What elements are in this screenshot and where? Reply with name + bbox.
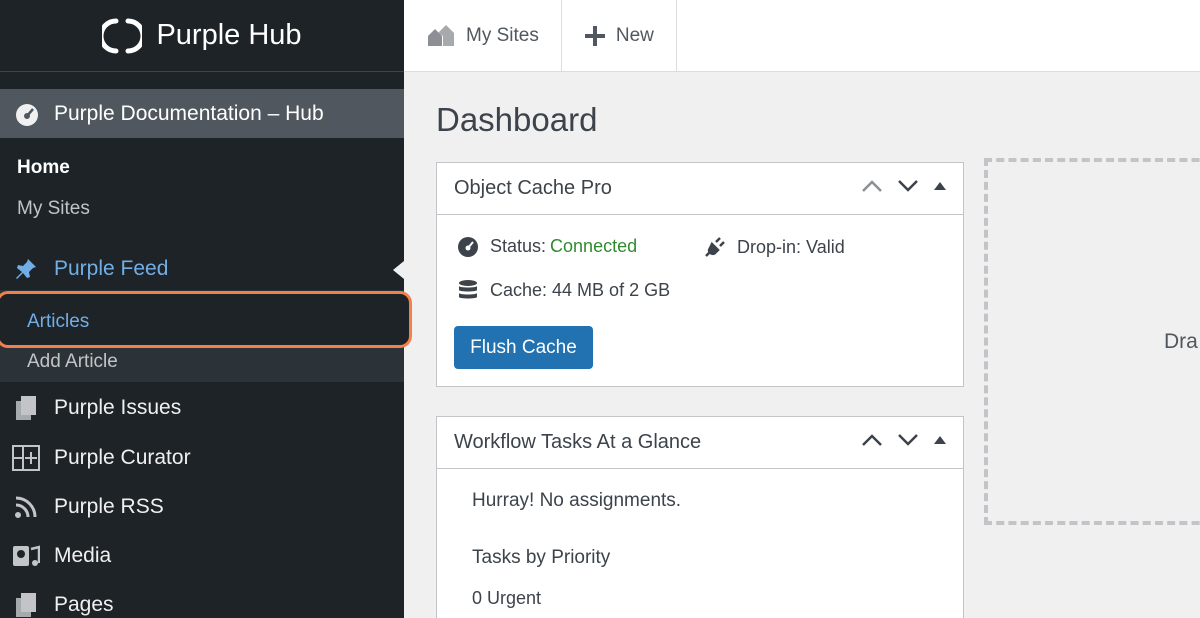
sidebar-item-purple-issues[interactable]: Purple Issues [0, 386, 404, 430]
cache-row: Cache: 44 MB of 2 GB [456, 278, 670, 302]
sidebar-item-home[interactable]: Home [17, 157, 70, 179]
topbar-new[interactable]: New [562, 0, 677, 72]
dashboard-gauge-icon [16, 103, 38, 126]
status-label: Status: [490, 235, 547, 256]
flush-cache-button[interactable]: Flush Cache [454, 326, 593, 369]
priority-heading: Tasks by Priority [472, 547, 611, 568]
chevron-up-icon[interactable] [861, 179, 883, 193]
brand-name: Purple Hub [156, 19, 302, 51]
widget-header: Object Cache Pro [437, 163, 963, 215]
brand-header[interactable]: Purple Hub [0, 0, 404, 72]
sidebar-item-media[interactable]: Media [0, 534, 404, 578]
admin-topbar: My Sites New [404, 0, 1200, 72]
widget-controls [861, 433, 947, 447]
rss-icon [12, 493, 40, 521]
chevron-down-icon[interactable] [897, 433, 919, 447]
status-row: Status: Connected [456, 235, 637, 257]
sidebar-item-purple-curator[interactable]: Purple Curator [0, 436, 404, 480]
sidebar-item-label: Purple Feed [54, 257, 169, 280]
topbar-new-label: New [615, 25, 654, 46]
site-switcher[interactable]: Purple Documentation – Hub [0, 89, 404, 138]
dropin-text: Drop-in: Valid [737, 236, 845, 257]
admin-sidebar: Purple Hub Purple Documentation – Hub Ho… [0, 0, 412, 618]
gauge-icon [458, 237, 478, 257]
purple-logo-icon [102, 18, 143, 53]
sidebar-item-label: Purple RSS [54, 495, 164, 518]
collapse-triangle-icon[interactable] [933, 434, 947, 446]
database-icon [459, 280, 477, 299]
sidebar-item-label: Pages [54, 593, 114, 616]
plug-icon [705, 237, 725, 257]
sidebar-item-label: Media [54, 544, 112, 567]
sidebar-item-purple-rss[interactable]: Purple RSS [0, 485, 404, 529]
topbar-my-sites-label: My Sites [466, 25, 539, 46]
current-menu-caret [393, 261, 404, 279]
houses-icon [428, 25, 454, 46]
pages-icon [12, 394, 40, 422]
media-icon [12, 542, 40, 570]
plus-icon [584, 26, 605, 46]
chevron-up-icon[interactable] [861, 433, 883, 447]
page-title: Dashboard [436, 101, 598, 138]
widget-title: Workflow Tasks At a Glance [454, 431, 702, 453]
widget-title: Object Cache Pro [454, 177, 612, 199]
pages-icon [12, 591, 40, 618]
submenu-item-add-article[interactable]: Add Article [27, 351, 118, 373]
urgent-count: 0 Urgent [472, 588, 542, 608]
topbar-my-sites[interactable]: My Sites [404, 0, 562, 72]
widget-header: Workflow Tasks At a Glance [437, 417, 963, 469]
sidebar-item-purple-feed[interactable]: Purple Feed [0, 247, 404, 291]
chevron-down-icon[interactable] [897, 179, 919, 193]
dropin-row: Drop-in: Valid [703, 235, 845, 259]
submenu-item-articles[interactable]: Articles [27, 311, 89, 333]
collapse-triangle-icon[interactable] [933, 180, 947, 192]
drop-zone-text: Dra [1164, 330, 1198, 353]
pin-icon [12, 255, 40, 283]
sidebar-item-label: Purple Issues [54, 396, 182, 419]
sidebar-item-label: Purple Curator [54, 446, 191, 469]
cache-text: Cache: 44 MB of 2 GB [490, 279, 671, 300]
widget-controls [861, 179, 947, 193]
workflow-widget: Workflow Tasks At a Glance Hurray! No as… [436, 416, 964, 618]
grid-plus-icon [12, 444, 40, 472]
no-assignments-text: Hurray! No assignments. [472, 490, 682, 511]
object-cache-widget: Object Cache Pro Status: Connected Drop-… [436, 162, 964, 387]
sidebar-item-pages[interactable]: Pages [0, 583, 404, 618]
site-name: Purple Documentation – Hub [54, 101, 324, 125]
status-value: Connected [550, 235, 638, 256]
sidebar-item-my-sites[interactable]: My Sites [17, 198, 90, 220]
